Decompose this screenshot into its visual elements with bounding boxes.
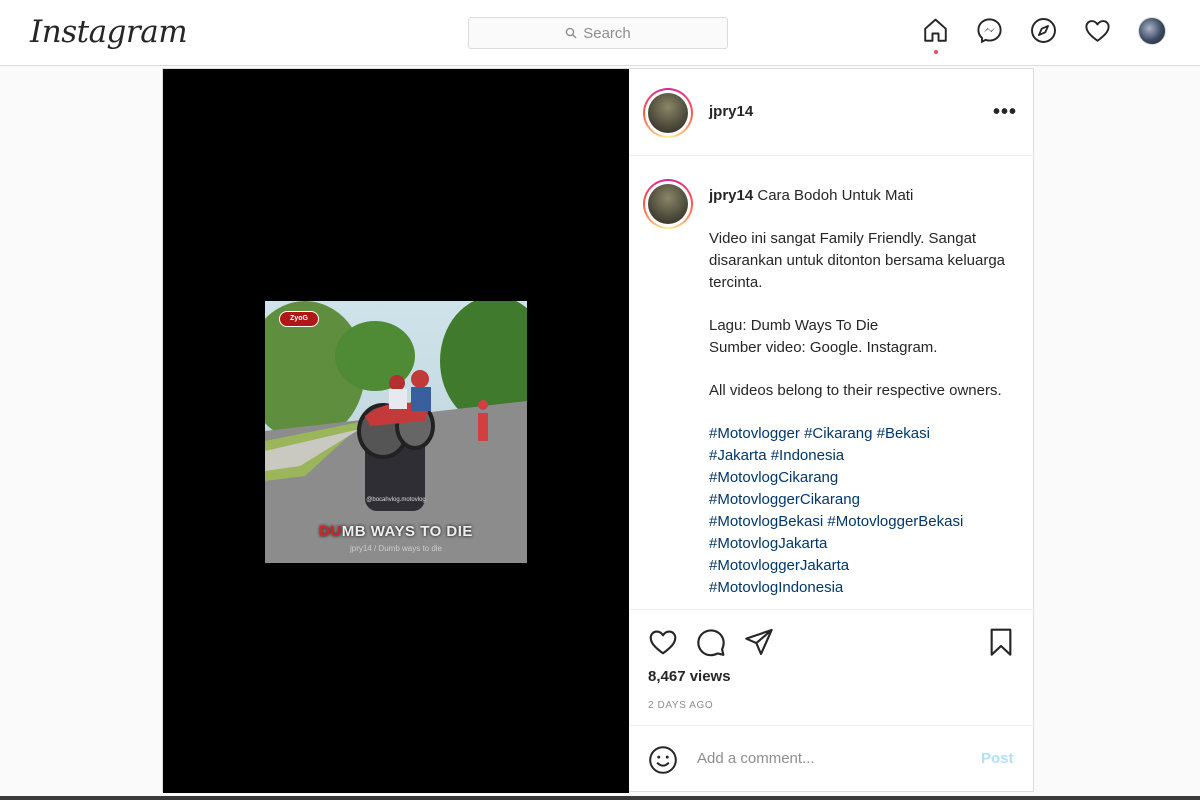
like-heart-icon[interactable] (647, 626, 679, 658)
hashtag-link[interactable]: #MotovlogJakarta (709, 535, 827, 552)
hashtag-link[interactable]: #MotovloggerBekasi (827, 513, 963, 530)
hashtag-link[interactable]: #Indonesia (771, 447, 844, 464)
explore-icon[interactable] (1029, 16, 1058, 45)
hashtag-link[interactable]: #Bekasi (877, 425, 930, 442)
post-media[interactable]: ZyoG @bocahvlog.motovlog DUMB WAYS TO DI… (163, 69, 629, 793)
window-bottom-edge (0, 796, 1200, 800)
hashtag-link[interactable]: #MotovlogCikarang (709, 469, 838, 486)
caption-paragraph: All videos belong to their respective ow… (709, 382, 1002, 399)
view-count[interactable]: 8,467 views (648, 668, 731, 685)
share-send-icon[interactable] (743, 626, 775, 658)
caption-text: jpry14 Cara Bodoh Untuk Mati Video ini s… (709, 185, 1019, 599)
comment-bar: Add a comment... Post (629, 725, 1035, 793)
home-icon[interactable] (921, 16, 950, 54)
avatar (648, 93, 688, 133)
video-title: DUMB WAYS TO DIE (319, 523, 473, 540)
channel-badge: ZyoG (279, 311, 319, 327)
hashtag-list: #Motovlogger #Cikarang #Bekasi #Jakarta … (709, 423, 1019, 599)
caption-paragraph: Video ini sangat Family Friendly. Sangat… (709, 230, 1006, 291)
hashtag-link[interactable]: #MotovlogIndonesia (709, 579, 843, 596)
top-nav: Instagram Search (0, 0, 1200, 66)
search-input[interactable]: Search (468, 17, 728, 49)
story-ring[interactable] (643, 179, 693, 229)
avatar (648, 184, 688, 224)
post-comment-button[interactable]: Post (981, 750, 1014, 767)
messenger-icon[interactable] (975, 16, 1004, 45)
hashtag-link[interactable]: #Motovlogger (709, 425, 800, 442)
emoji-icon[interactable] (647, 744, 679, 776)
story-ring[interactable] (643, 88, 693, 138)
post-sidebar: jpry14 ••• jpry14 Cara Bodoh Untuk Mati … (629, 69, 1035, 793)
comment-input[interactable]: Add a comment... (697, 750, 815, 767)
search-icon (565, 27, 577, 39)
comment-icon[interactable] (695, 626, 727, 658)
nav-icons (921, 16, 1166, 54)
caption-username[interactable]: jpry14 (709, 187, 753, 204)
notification-dot (933, 50, 938, 54)
profile-avatar[interactable] (1137, 16, 1166, 45)
post-username[interactable]: jpry14 (709, 103, 753, 120)
hashtag-link[interactable]: #MotovloggerJakarta (709, 557, 849, 574)
hashtag-link[interactable]: #MotovloggerCikarang (709, 491, 860, 508)
video-player[interactable]: ZyoG @bocahvlog.motovlog DUMB WAYS TO DI… (265, 301, 527, 563)
instagram-logo[interactable]: Instagram (30, 14, 188, 50)
video-subtitle: jpry14 / Dumb ways to die (349, 544, 443, 553)
post-timestamp[interactable]: 2 DAYS AGO (648, 700, 713, 711)
caption-title: Cara Bodoh Untuk Mati (757, 187, 914, 204)
caption-area[interactable]: jpry14 Cara Bodoh Untuk Mati Video ini s… (629, 157, 1035, 609)
video-watermark: @bocahvlog.motovlog (366, 497, 426, 503)
hashtag-link[interactable]: #Cikarang (804, 425, 872, 442)
more-options-icon[interactable]: ••• (993, 101, 1017, 124)
avatar (1137, 16, 1166, 45)
caption-paragraph: Lagu: Dumb Ways To Die Sumber video: Goo… (709, 317, 938, 356)
hashtag-link[interactable]: #MotovlogBekasi (709, 513, 823, 530)
activity-heart-icon[interactable] (1083, 16, 1112, 45)
post-dialog: ZyoG @bocahvlog.motovlog DUMB WAYS TO DI… (162, 68, 1035, 793)
save-bookmark-icon[interactable] (985, 626, 1017, 658)
post-actions: 8,467 views 2 DAYS AGO (629, 609, 1035, 725)
post-header: jpry14 ••• (629, 69, 1035, 156)
hashtag-link[interactable]: #Jakarta (709, 447, 767, 464)
search-placeholder: Search (583, 24, 631, 42)
